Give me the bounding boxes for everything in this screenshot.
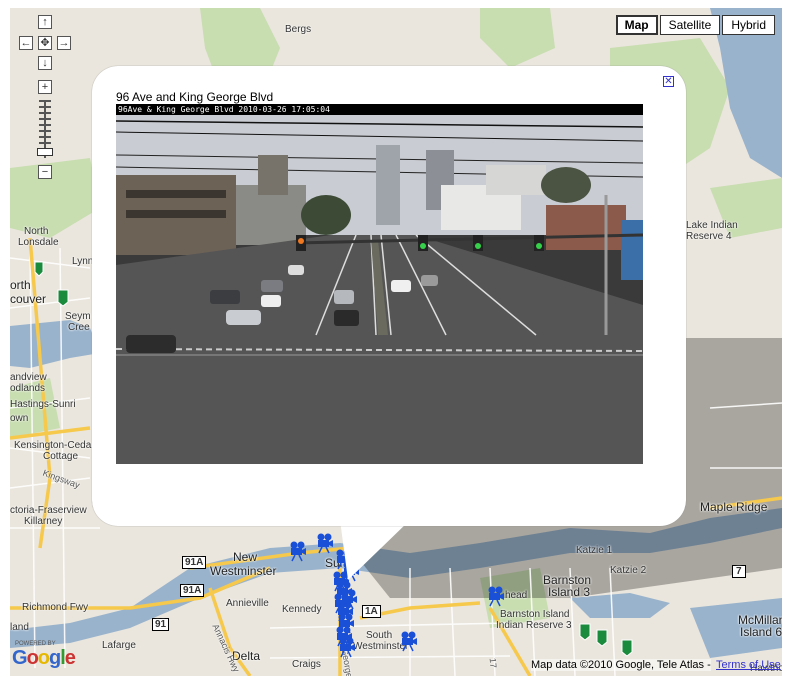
zoom-level-tick[interactable] [39,118,51,120]
camera-marker-icon[interactable] [488,586,505,607]
close-icon[interactable]: ✕ [663,76,674,87]
zoom-level-tick[interactable] [39,100,51,102]
zoom-in-button[interactable]: + [38,80,52,94]
traffic-camera-image: 96Ave & King George Blvd 2010-03-26 17:0… [116,104,643,464]
popup-tail [340,520,410,580]
map-type-hybrid-button[interactable]: Hybrid [722,15,775,35]
pan-left-button[interactable]: ← [19,36,33,50]
camera-marker-icon[interactable] [401,631,418,652]
camera-marker-icon[interactable] [339,637,356,658]
terms-of-use-link[interactable]: Terms of Use [716,659,781,671]
popup-title: 96 Ave and King George Blvd [116,90,274,104]
zoom-level-tick[interactable] [39,112,51,114]
zoom-level-tick[interactable] [39,136,51,138]
map-copyright: Map data ©2010 Google, Tele Atlas - [531,659,711,671]
map-type-satellite-button[interactable]: Satellite [659,15,721,35]
zoom-handle[interactable] [37,148,53,156]
camera-marker-icon[interactable] [290,541,307,562]
camera-marker-icon[interactable] [317,533,334,554]
zoom-level-tick[interactable] [39,130,51,132]
camera-scene [116,115,643,464]
camera-timestamp: 96Ave & King George Blvd 2010-03-26 17:0… [116,104,643,115]
map-type-control: Map Satellite Hybrid [614,15,775,35]
zoom-level-tick[interactable] [39,142,51,144]
zoom-out-button[interactable]: − [38,165,52,179]
center-map-button[interactable]: ✥ [38,36,52,50]
map-type-map-button[interactable]: Map [615,15,658,35]
pan-right-button[interactable]: → [57,36,71,50]
zoom-level-tick[interactable] [39,124,51,126]
zoom-level-tick[interactable] [39,106,51,108]
pan-up-button[interactable]: ↑ [38,15,52,29]
pan-down-button[interactable]: ↓ [38,56,52,70]
google-logo[interactable]: Google [12,647,76,670]
